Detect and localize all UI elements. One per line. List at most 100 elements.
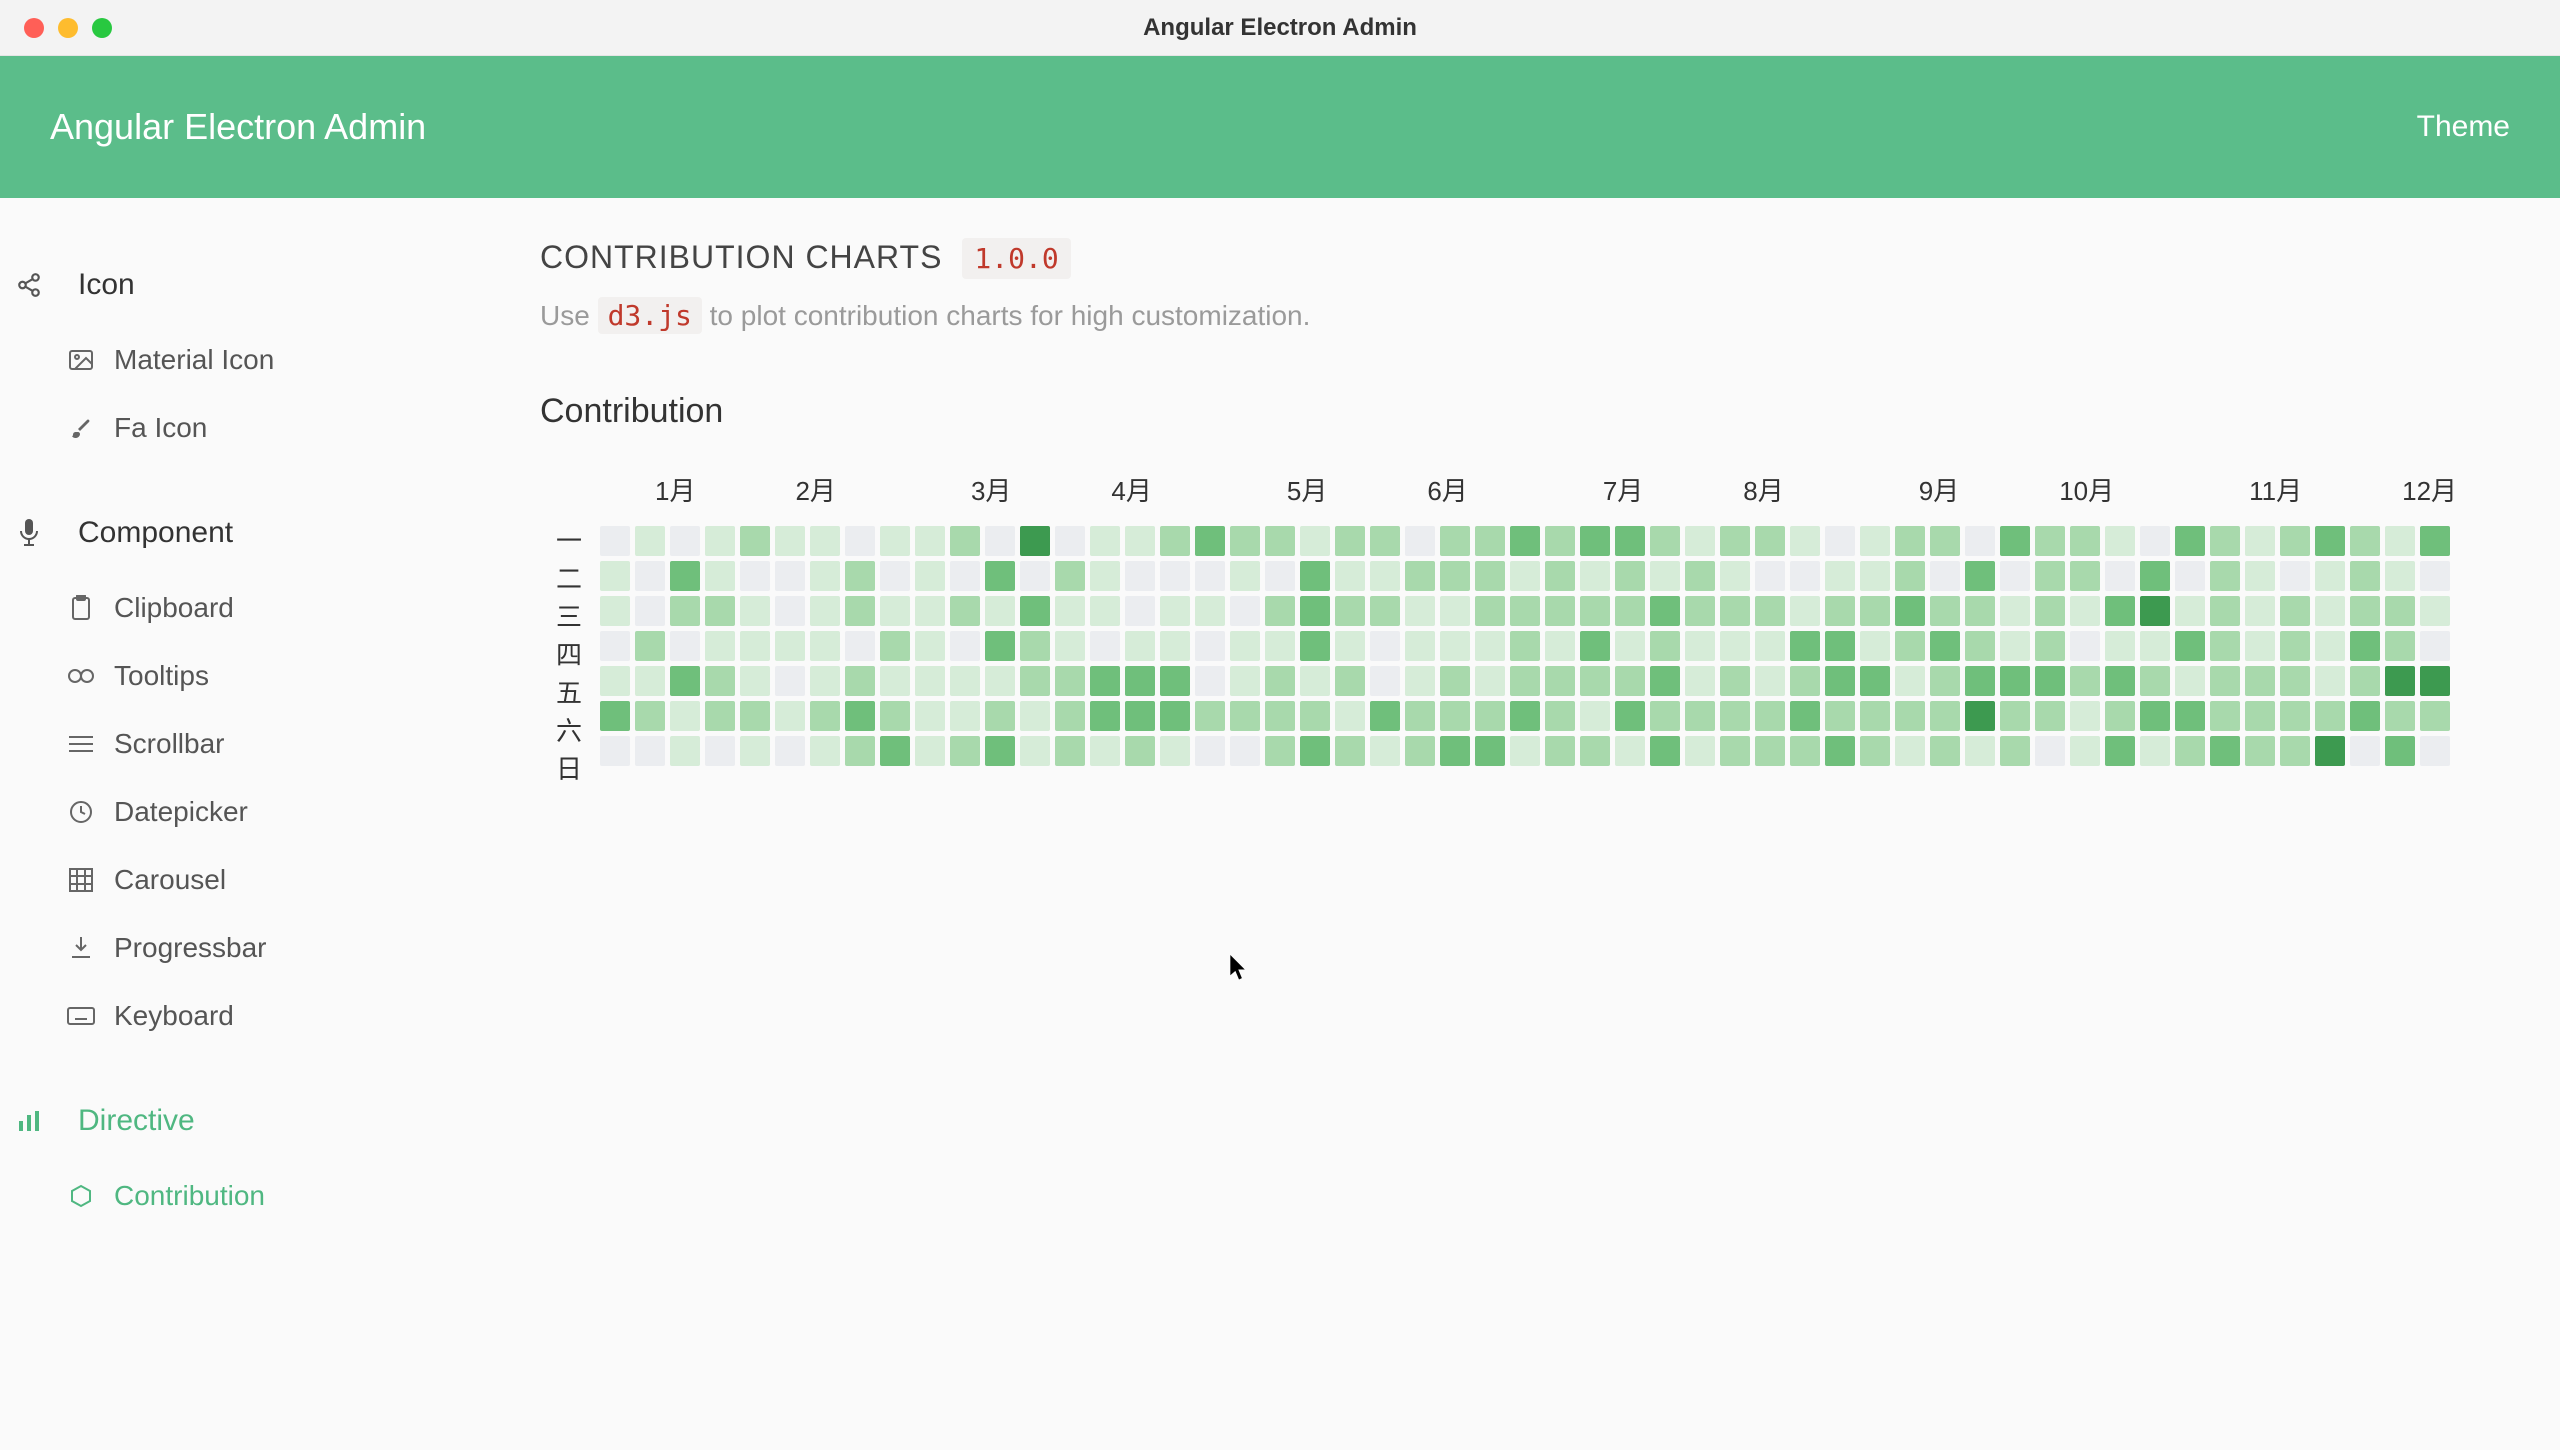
heatmap-cell[interactable] bbox=[915, 596, 945, 626]
heatmap-cell[interactable] bbox=[635, 596, 665, 626]
heatmap-cell[interactable] bbox=[600, 736, 630, 766]
heatmap-cell[interactable] bbox=[2350, 701, 2380, 731]
heatmap-cell[interactable] bbox=[1650, 631, 1680, 661]
heatmap-cell[interactable] bbox=[1510, 526, 1540, 556]
heatmap-cell[interactable] bbox=[950, 701, 980, 731]
heatmap-cell[interactable] bbox=[2035, 736, 2065, 766]
heatmap-cell[interactable] bbox=[2245, 666, 2275, 696]
heatmap-cell[interactable] bbox=[670, 526, 700, 556]
heatmap-cell[interactable] bbox=[2280, 666, 2310, 696]
heatmap-cell[interactable] bbox=[2175, 561, 2205, 591]
heatmap-cell[interactable] bbox=[845, 666, 875, 696]
heatmap-cell[interactable] bbox=[1965, 701, 1995, 731]
heatmap-cell[interactable] bbox=[635, 526, 665, 556]
sidebar-item-material-icon[interactable]: Material Icon bbox=[0, 326, 500, 394]
heatmap-cell[interactable] bbox=[1615, 701, 1645, 731]
sidebar-item-tooltips[interactable]: Tooltips bbox=[0, 642, 500, 710]
heatmap-cell[interactable] bbox=[1090, 596, 1120, 626]
heatmap-cell[interactable] bbox=[845, 701, 875, 731]
heatmap-cell[interactable] bbox=[670, 561, 700, 591]
heatmap-cell[interactable] bbox=[1230, 596, 1260, 626]
heatmap-cell[interactable] bbox=[2280, 736, 2310, 766]
heatmap-cell[interactable] bbox=[2245, 561, 2275, 591]
heatmap-cell[interactable] bbox=[740, 561, 770, 591]
heatmap-cell[interactable] bbox=[2385, 666, 2415, 696]
heatmap-cell[interactable] bbox=[810, 631, 840, 661]
heatmap-cell[interactable] bbox=[1335, 736, 1365, 766]
heatmap-cell[interactable] bbox=[2245, 736, 2275, 766]
heatmap-cell[interactable] bbox=[1545, 561, 1575, 591]
heatmap-cell[interactable] bbox=[1860, 666, 1890, 696]
heatmap-cell[interactable] bbox=[705, 561, 735, 591]
heatmap-cell[interactable] bbox=[1125, 736, 1155, 766]
heatmap-cell[interactable] bbox=[2140, 561, 2170, 591]
heatmap-cell[interactable] bbox=[1545, 526, 1575, 556]
sidebar-header-icon[interactable]: Icon bbox=[0, 268, 500, 326]
heatmap-cell[interactable] bbox=[2105, 526, 2135, 556]
heatmap-cell[interactable] bbox=[1230, 701, 1260, 731]
heatmap-cell[interactable] bbox=[2315, 561, 2345, 591]
heatmap-cell[interactable] bbox=[1055, 561, 1085, 591]
heatmap-cell[interactable] bbox=[845, 596, 875, 626]
heatmap-cell[interactable] bbox=[775, 561, 805, 591]
heatmap-cell[interactable] bbox=[670, 701, 700, 731]
sidebar-item-keyboard[interactable]: Keyboard bbox=[0, 982, 500, 1050]
heatmap-cell[interactable] bbox=[600, 631, 630, 661]
minimize-window-button[interactable] bbox=[58, 18, 78, 38]
heatmap-cell[interactable] bbox=[810, 736, 840, 766]
heatmap-cell[interactable] bbox=[1930, 701, 1960, 731]
heatmap-cell[interactable] bbox=[915, 701, 945, 731]
heatmap-cell[interactable] bbox=[1685, 631, 1715, 661]
heatmap-cell[interactable] bbox=[985, 701, 1015, 731]
heatmap-cell[interactable] bbox=[915, 526, 945, 556]
heatmap-cell[interactable] bbox=[2140, 631, 2170, 661]
heatmap-cell[interactable] bbox=[1160, 596, 1190, 626]
heatmap-cell[interactable] bbox=[1475, 596, 1505, 626]
heatmap-cell[interactable] bbox=[2175, 631, 2205, 661]
heatmap-cell[interactable] bbox=[2315, 736, 2345, 766]
heatmap-cell[interactable] bbox=[1195, 596, 1225, 626]
heatmap-cell[interactable] bbox=[1335, 526, 1365, 556]
heatmap-cell[interactable] bbox=[1265, 526, 1295, 556]
heatmap-cell[interactable] bbox=[2175, 526, 2205, 556]
heatmap-cell[interactable] bbox=[1755, 526, 1785, 556]
heatmap-cell[interactable] bbox=[1860, 736, 1890, 766]
heatmap-cell[interactable] bbox=[2070, 561, 2100, 591]
heatmap-cell[interactable] bbox=[2315, 596, 2345, 626]
heatmap-cell[interactable] bbox=[1825, 526, 1855, 556]
heatmap-cell[interactable] bbox=[1545, 666, 1575, 696]
heatmap-cell[interactable] bbox=[705, 526, 735, 556]
heatmap-cell[interactable] bbox=[950, 526, 980, 556]
heatmap-cell[interactable] bbox=[1615, 736, 1645, 766]
heatmap-cell[interactable] bbox=[1020, 736, 1050, 766]
heatmap-cell[interactable] bbox=[1685, 666, 1715, 696]
heatmap-cell[interactable] bbox=[1720, 666, 1750, 696]
heatmap-cell[interactable] bbox=[705, 631, 735, 661]
heatmap-cell[interactable] bbox=[2035, 701, 2065, 731]
heatmap-cell[interactable] bbox=[1125, 561, 1155, 591]
heatmap-cell[interactable] bbox=[1370, 561, 1400, 591]
heatmap-cell[interactable] bbox=[2210, 666, 2240, 696]
heatmap-cell[interactable] bbox=[1615, 631, 1645, 661]
heatmap-cell[interactable] bbox=[1510, 631, 1540, 661]
heatmap-cell[interactable] bbox=[740, 596, 770, 626]
heatmap-cell[interactable] bbox=[1755, 701, 1785, 731]
heatmap-cell[interactable] bbox=[2000, 561, 2030, 591]
heatmap-cell[interactable] bbox=[2070, 526, 2100, 556]
heatmap-cell[interactable] bbox=[1965, 736, 1995, 766]
heatmap-cell[interactable] bbox=[1160, 666, 1190, 696]
heatmap-cell[interactable] bbox=[2035, 561, 2065, 591]
heatmap-cell[interactable] bbox=[1230, 666, 1260, 696]
heatmap-cell[interactable] bbox=[1335, 561, 1365, 591]
sidebar-header-directive[interactable]: Directive bbox=[0, 1104, 500, 1162]
heatmap-cell[interactable] bbox=[1230, 526, 1260, 556]
heatmap-cell[interactable] bbox=[810, 666, 840, 696]
heatmap-cell[interactable] bbox=[2245, 631, 2275, 661]
heatmap-cell[interactable] bbox=[2000, 701, 2030, 731]
heatmap-cell[interactable] bbox=[1020, 526, 1050, 556]
heatmap-cell[interactable] bbox=[2070, 631, 2100, 661]
heatmap-cell[interactable] bbox=[880, 526, 910, 556]
heatmap-cell[interactable] bbox=[2420, 736, 2450, 766]
heatmap-cell[interactable] bbox=[1160, 561, 1190, 591]
heatmap-cell[interactable] bbox=[1580, 701, 1610, 731]
